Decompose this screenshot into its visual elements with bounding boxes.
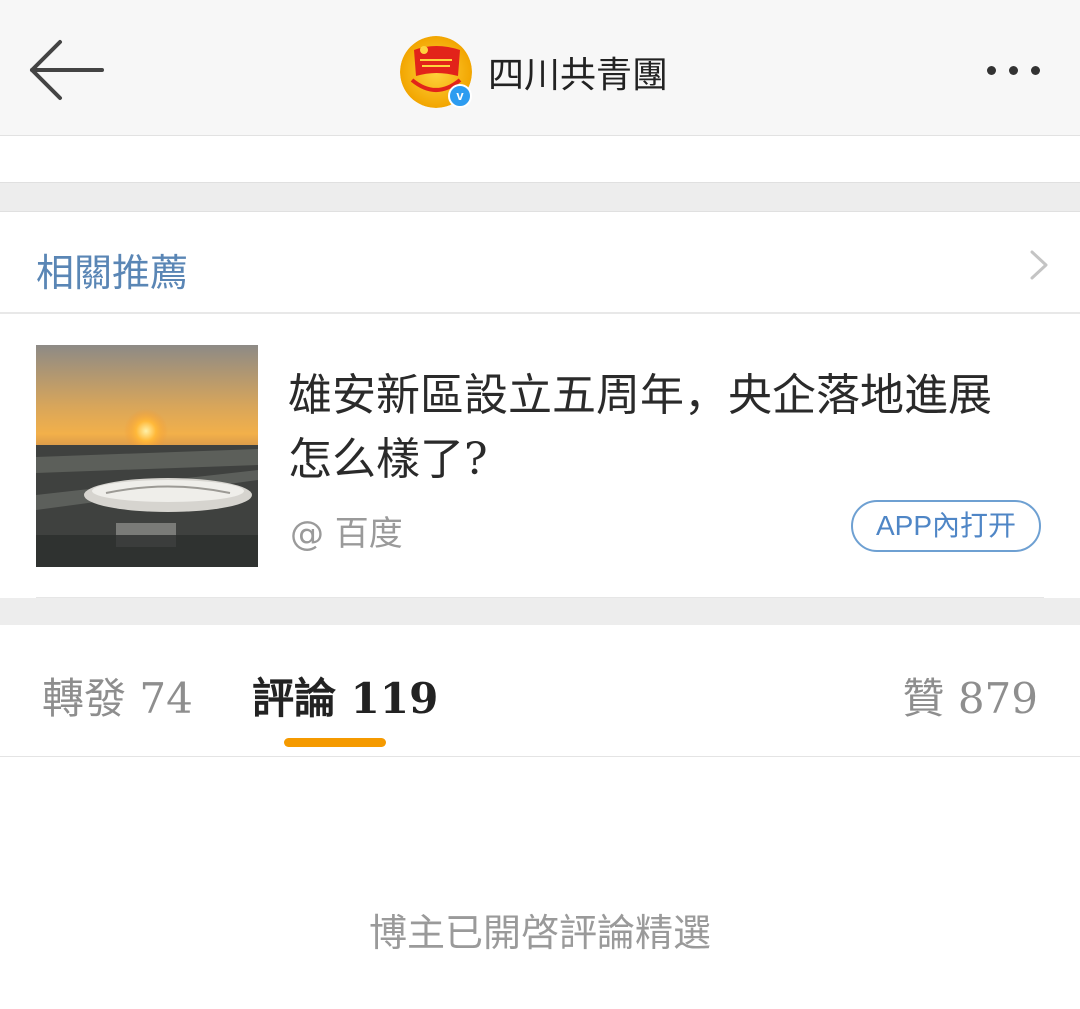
related-recommendations-header[interactable]: 相關推薦 xyxy=(0,212,1080,314)
back-arrow-icon xyxy=(30,40,104,100)
top-navigation-bar: v 四川共青團 xyxy=(0,0,1080,136)
chevron-right-icon xyxy=(1030,250,1048,280)
verified-badge-icon: v xyxy=(448,84,472,108)
interaction-tabs: 轉發 74 評論 119 贊 879 xyxy=(0,625,1080,757)
tab-reposts[interactable]: 轉發 74 xyxy=(42,665,193,726)
more-dots-icon xyxy=(1030,65,1040,75)
article-title[interactable]: 雄安新區設立五周年，央企落地進展怎么樣了? xyxy=(288,364,1028,492)
more-options-button[interactable] xyxy=(968,50,1058,90)
related-title: 相關推薦 xyxy=(36,251,189,295)
tab-comments[interactable]: 評論 119 xyxy=(252,665,438,726)
back-button[interactable] xyxy=(22,34,112,106)
more-dots-icon xyxy=(1008,65,1018,75)
comment-curation-notice: 博主已開啓評論精選 xyxy=(368,911,711,955)
avatar[interactable]: v xyxy=(400,36,472,108)
recommended-article-card[interactable]: 雄安新區設立五周年，央企落地進展怎么樣了? @ 百度 APP內打开 xyxy=(0,316,1080,598)
account-profile[interactable]: v 四川共青團 xyxy=(400,36,668,108)
section-divider xyxy=(0,598,1080,625)
article-source: @ 百度 xyxy=(290,514,403,554)
section-divider xyxy=(0,182,1080,212)
open-in-app-button[interactable]: APP內打开 xyxy=(851,500,1041,552)
tab-likes[interactable]: 贊 879 xyxy=(902,665,1038,726)
more-dots-icon xyxy=(986,65,996,75)
article-thumbnail[interactable] xyxy=(36,345,258,567)
active-tab-indicator xyxy=(284,738,386,747)
account-name[interactable]: 四川共青團 xyxy=(488,46,668,98)
